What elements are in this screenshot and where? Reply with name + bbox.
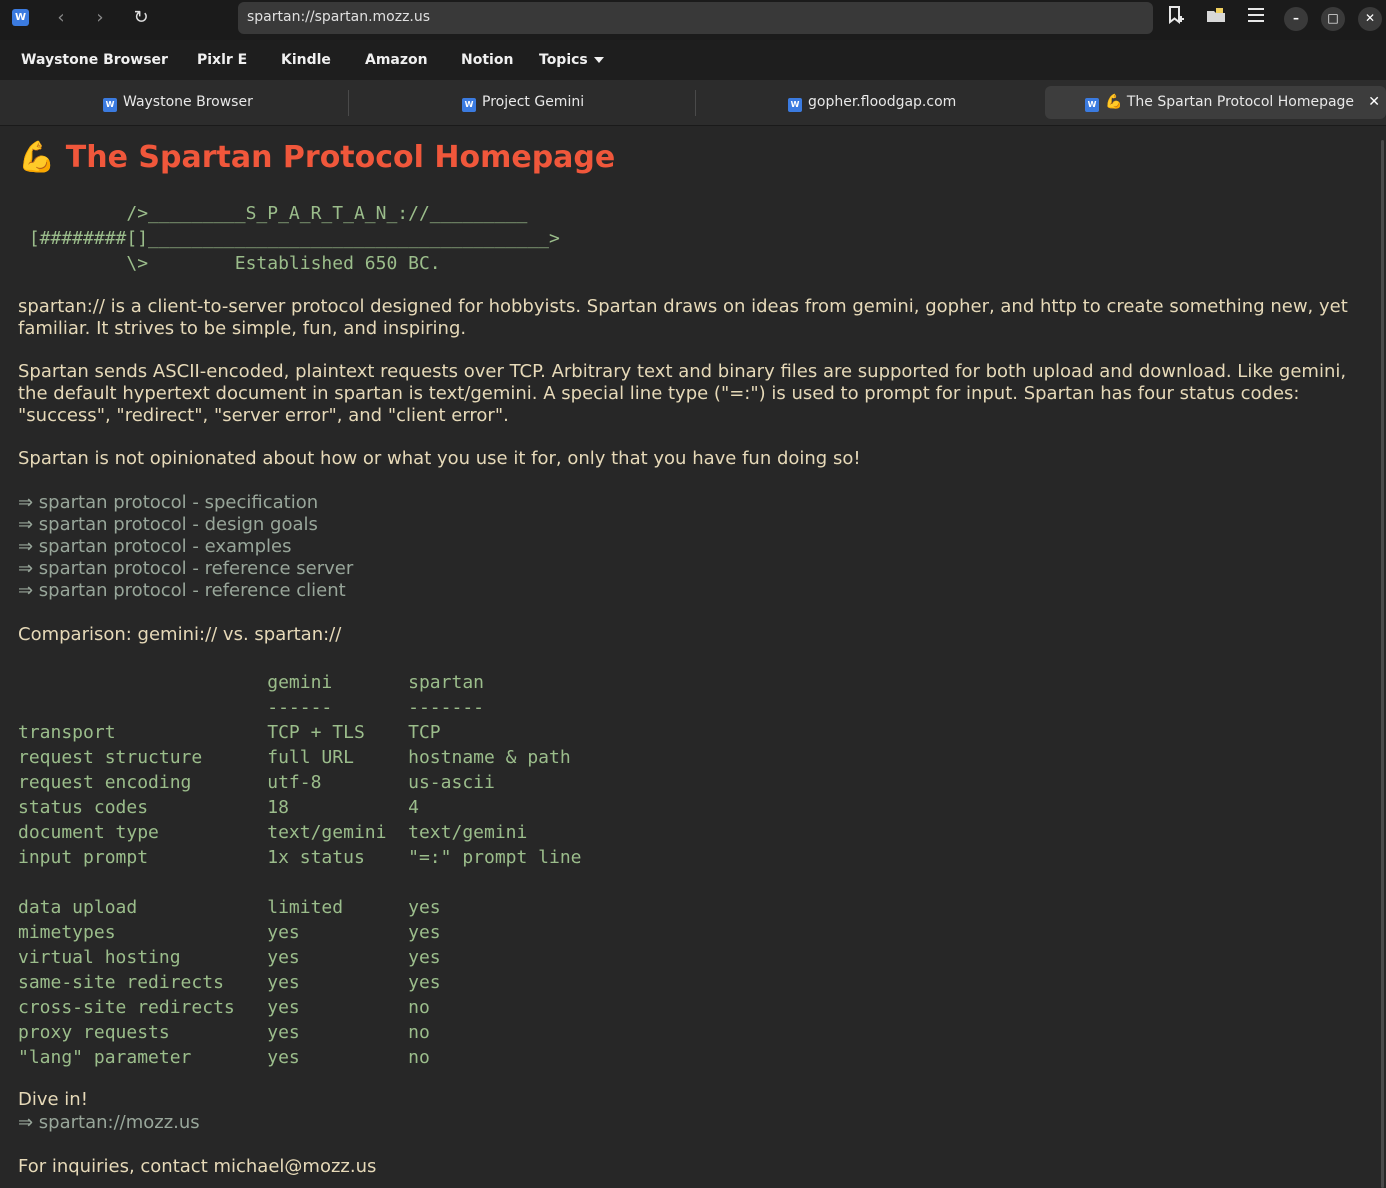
link-examples[interactable]: ⇒ spartan protocol - examples bbox=[18, 536, 291, 558]
tab-project-gemini[interactable]: W Project Gemini bbox=[349, 86, 695, 119]
vertical-scrollbar[interactable] bbox=[1381, 140, 1384, 1188]
link-reference-client[interactable]: ⇒ spartan protocol - reference client bbox=[18, 580, 346, 602]
url-text[interactable]: spartan://spartan.mozz.us bbox=[247, 9, 430, 25]
app-logo-icon[interactable]: W bbox=[12, 9, 29, 26]
back-arrow-icon[interactable]: ‹ bbox=[47, 6, 75, 30]
link-reference-server[interactable]: ⇒ spartan protocol - reference server bbox=[18, 558, 353, 580]
tab-label: Project Gemini bbox=[482, 94, 585, 110]
waystone-favicon-icon: W bbox=[462, 98, 476, 112]
waystone-favicon-icon: W bbox=[103, 98, 117, 112]
tab-gopher-floodgap[interactable]: Wgopher.floodgap.com bbox=[696, 86, 1042, 119]
bookmark-kindle[interactable]: Kindle bbox=[281, 52, 331, 68]
bookmark-pixlr[interactable]: Pixlr E bbox=[197, 52, 247, 68]
bookmark-topics-label: Topics bbox=[539, 52, 588, 68]
waystone-favicon-icon: W bbox=[1085, 98, 1099, 112]
link-design-goals[interactable]: ⇒ spartan protocol - design goals bbox=[18, 514, 318, 536]
hamburger-menu-icon[interactable] bbox=[1243, 6, 1269, 30]
contact-line: For inquiries, contact michael@mozz.us bbox=[18, 1156, 377, 1177]
browser-toolbar: W ‹ › ↻ spartan://spartan.mozz.us – □ ✕ bbox=[0, 0, 1386, 40]
waystone-favicon-icon: W bbox=[788, 98, 802, 112]
bookmarks-bar: Waystone Browser Pixlr E Kindle Amazon N… bbox=[0, 40, 1386, 80]
comparison-heading: Comparison: gemini:// vs. spartan:// bbox=[18, 624, 342, 645]
tab-spartan-homepage[interactable]: W 💪 The Spartan Protocol Homepage ✕ bbox=[1045, 86, 1386, 119]
forward-arrow-icon[interactable]: › bbox=[86, 6, 114, 30]
tab-bar: W Waystone Browser W Project Gemini Wgophe… bbox=[0, 80, 1386, 126]
details-paragraph: Spartan sends ASCII-encoded, plaintext r… bbox=[18, 361, 1347, 426]
tab-label: Waystone Browser bbox=[123, 94, 253, 110]
maximize-icon[interactable]: □ bbox=[1321, 7, 1345, 31]
tab-label: gopher.floodgap.com bbox=[808, 94, 957, 110]
bookmark-notion[interactable]: Notion bbox=[461, 52, 513, 68]
intro-paragraph: spartan:// is a client-to-server protoco… bbox=[18, 296, 1348, 339]
minimize-icon[interactable]: – bbox=[1284, 7, 1308, 31]
link-specification[interactable]: ⇒ spartan protocol - specification bbox=[18, 492, 318, 514]
bookmark-topics-dropdown[interactable]: Topics bbox=[539, 52, 604, 68]
fun-paragraph: Spartan is not opinionated about how or … bbox=[18, 448, 861, 469]
tab-waystone[interactable]: W Waystone Browser bbox=[0, 86, 347, 119]
page-title: 💪 The Spartan Protocol Homepage bbox=[18, 140, 616, 175]
link-spartan-mozz[interactable]: ⇒ spartan://mozz.us bbox=[18, 1112, 200, 1134]
tab-close-icon[interactable]: ✕ bbox=[1368, 94, 1380, 110]
dive-in-heading: Dive in! bbox=[18, 1089, 88, 1110]
bookmark-amazon[interactable]: Amazon bbox=[365, 52, 428, 68]
folder-icon[interactable] bbox=[1203, 6, 1229, 30]
ascii-art-banner: />_________S_P_A_R_T_A_N_://_________ [#… bbox=[28, 203, 560, 274]
comparison-table: gemini spartan ------ ------- transport … bbox=[18, 672, 582, 1068]
bookmark-add-icon[interactable] bbox=[1163, 6, 1189, 30]
reload-icon[interactable]: ↻ bbox=[127, 6, 155, 30]
bookmark-waystone[interactable]: Waystone Browser bbox=[21, 52, 168, 68]
chevron-down-icon bbox=[593, 57, 604, 63]
url-bar[interactable]: spartan://spartan.mozz.us bbox=[238, 2, 1153, 34]
close-icon[interactable]: ✕ bbox=[1358, 7, 1382, 31]
tab-label: 💪 The Spartan Protocol Homepage bbox=[1105, 94, 1355, 110]
